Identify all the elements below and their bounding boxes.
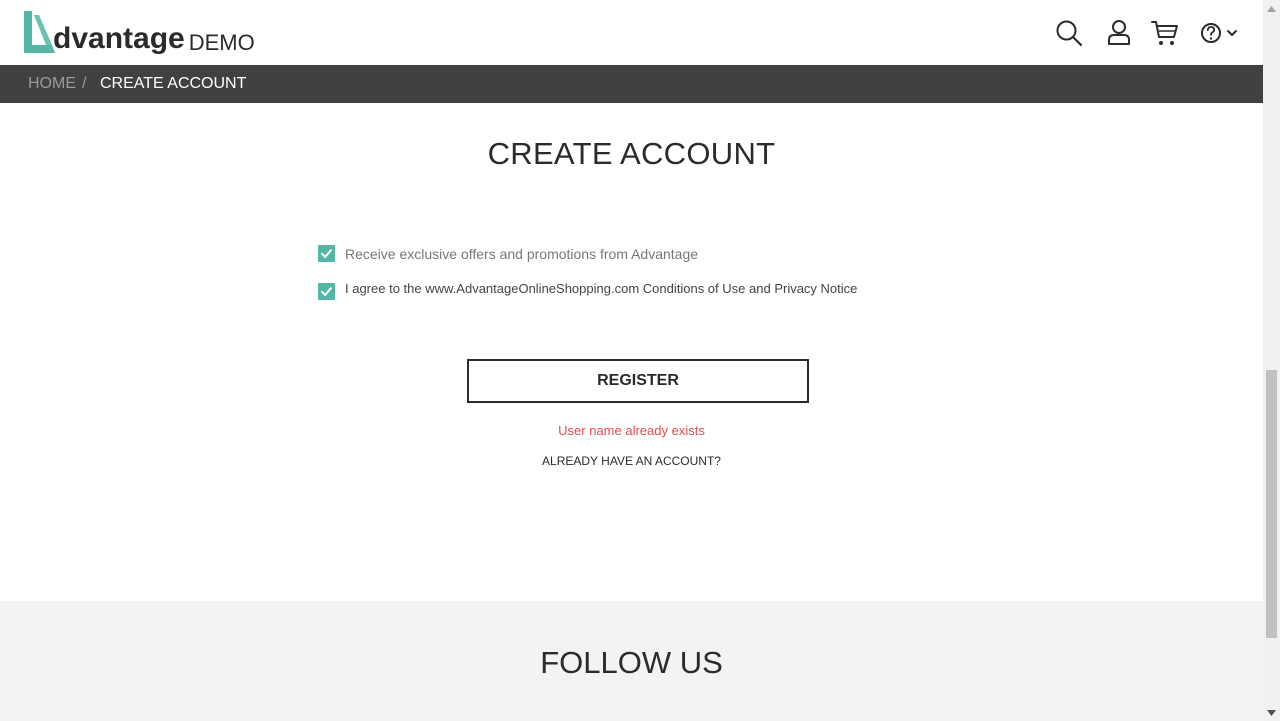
agree-and: and xyxy=(745,281,775,296)
breadcrumb: HOME / CREATE ACCOUNT xyxy=(0,65,1263,103)
site-header: dvantage DEMO xyxy=(0,0,1263,65)
search-button[interactable] xyxy=(1054,18,1084,48)
check-icon xyxy=(321,287,332,296)
offers-checkbox[interactable] xyxy=(318,245,335,262)
user-menu-button[interactable] xyxy=(1104,18,1134,48)
agree-checkbox[interactable] xyxy=(318,283,335,300)
help-icon xyxy=(1201,23,1237,43)
user-icon xyxy=(1108,20,1130,45)
cart-icon xyxy=(1151,21,1178,45)
logo-mark-icon xyxy=(24,11,55,53)
chevron-down-icon xyxy=(1227,30,1237,36)
agree-prefix: I agree to the xyxy=(345,281,426,296)
follow-us-title: FOLLOW US xyxy=(540,645,723,680)
agree-checkbox-label: I agree to the www.AdvantageOnlineShoppi… xyxy=(345,281,857,296)
vertical-scrollbar[interactable] xyxy=(1263,0,1280,721)
cart-button[interactable] xyxy=(1150,18,1180,48)
logo-word: dvantage xyxy=(53,22,185,55)
already-have-account-container: ALREADY HAVE AN ACCOUNT? xyxy=(0,454,1263,468)
logo-demo-label: DEMO xyxy=(188,30,255,55)
privacy-notice-link[interactable]: Privacy Notice xyxy=(774,281,857,296)
error-message: User name already exists xyxy=(558,423,705,438)
agree-checkbox-row: I agree to the www.AdvantageOnlineShoppi… xyxy=(318,281,857,300)
breadcrumb-current: CREATE ACCOUNT xyxy=(100,75,247,92)
scrollbar-thumb[interactable] xyxy=(1266,370,1277,638)
scroll-down-arrow-icon[interactable] xyxy=(1263,704,1280,721)
register-button[interactable]: REGISTER xyxy=(467,359,809,403)
search-icon xyxy=(1056,20,1083,47)
follow-us-section: FOLLOW US xyxy=(0,601,1263,721)
scroll-up-arrow-icon[interactable] xyxy=(1263,0,1280,17)
already-have-account-link[interactable]: ALREADY HAVE AN ACCOUNT? xyxy=(542,454,721,468)
breadcrumb-home-link[interactable]: HOME xyxy=(28,75,76,93)
advantage-logo[interactable]: dvantage DEMO xyxy=(22,9,255,55)
check-icon xyxy=(321,249,332,258)
conditions-of-use-link[interactable]: Conditions of Use xyxy=(639,281,746,296)
offers-checkbox-label: Receive exclusive offers and promotions … xyxy=(345,245,699,262)
breadcrumb-separator: / xyxy=(82,75,87,92)
offers-checkbox-row: Receive exclusive offers and promotions … xyxy=(318,245,698,262)
page: dvantage DEMO HOME / CREATE ACCOUNT CREA… xyxy=(0,0,1263,721)
help-menu-button[interactable] xyxy=(1198,18,1242,48)
page-title: CREATE ACCOUNT xyxy=(487,136,776,171)
site-link[interactable]: www.AdvantageOnlineShopping.com xyxy=(425,281,639,296)
